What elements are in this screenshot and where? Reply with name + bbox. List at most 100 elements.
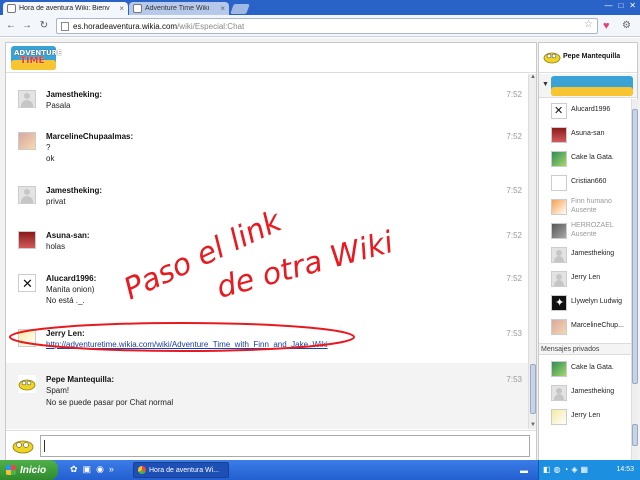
chat-page: ADVENTURE TIME Jamestheking: Pasala 7:52… — [0, 38, 640, 461]
private-user-item[interactable]: Jamestheking — [551, 383, 631, 403]
message-username[interactable]: Pepe Mantequilla: — [46, 375, 114, 384]
avatar[interactable] — [18, 375, 36, 393]
wrench-icon[interactable]: ⚙ — [622, 20, 631, 31]
user-name: Jamestheking — [571, 388, 615, 395]
chat-main-panel: ADVENTURE TIME Jamestheking: Pasala 7:52… — [5, 42, 537, 461]
desktop-icon[interactable]: ▣ — [83, 464, 92, 475]
scrollbar-thumb[interactable] — [530, 364, 536, 414]
minimize-icon[interactable]: — — [604, 1, 612, 10]
chat-message-input[interactable] — [40, 435, 530, 457]
back-arrow-icon[interactable]: ← — [4, 19, 18, 33]
message-username[interactable]: Jerry Len: — [46, 329, 85, 338]
user-name: Jerry Len — [571, 412, 601, 419]
keyboard-icon[interactable]: ▬ — [520, 466, 528, 475]
update-icon[interactable]: ◈ — [571, 465, 577, 474]
scrollbar-thumb[interactable] — [632, 109, 638, 384]
message-input-bar — [6, 430, 536, 460]
url-host: es.horadeaventura.wikia.com — [73, 21, 178, 31]
user-list-item[interactable]: Cristian660 — [551, 173, 631, 193]
security-icon[interactable]: ◍ — [554, 465, 561, 474]
message-username[interactable]: Asuna-san: — [46, 231, 90, 240]
message-link[interactable]: http://adventuretime.wikia.com/wiki/Adve… — [46, 340, 328, 349]
user-list-item[interactable]: Jamestheking — [551, 245, 631, 265]
private-user-item[interactable]: Jerry Len — [551, 407, 631, 427]
start-button[interactable]: Inicio — [0, 460, 58, 480]
message-username[interactable]: MarcelineChupaalmas: — [46, 132, 133, 141]
start-label: Inicio — [20, 464, 47, 476]
avatar[interactable] — [18, 90, 36, 108]
windows-taskbar: Inicio ✿ ▣ ◉ » Hora de aventura Wi... ▬ … — [0, 460, 640, 480]
new-tab-button[interactable] — [230, 4, 250, 14]
close-tab-icon[interactable]: × — [119, 4, 124, 13]
user-list-item[interactable]: HERROZAEL Ausente — [551, 221, 631, 241]
user-list-item[interactable]: Llywelyn Ludwig — [551, 293, 631, 313]
user-list-item[interactable]: MarcelineChup... — [551, 317, 631, 337]
message-username[interactable]: Jamestheking: — [46, 90, 102, 99]
wiki-room-header[interactable]: ▼ — [539, 74, 637, 98]
user-list-item[interactable]: Asuna-san — [551, 125, 631, 145]
avatar — [551, 385, 567, 401]
tray-icons: ◧ ◍ ◔ ◈ ▦ — [543, 465, 588, 474]
message-text: Manita onion) — [46, 285, 95, 294]
volume-icon[interactable]: ◔ — [564, 465, 569, 474]
scroll-down-icon[interactable]: ▼ — [529, 422, 537, 429]
current-user[interactable]: Pepe Mantequilla — [539, 43, 637, 73]
message-text: Spam! — [46, 386, 70, 395]
scrollbar-thumb[interactable] — [632, 424, 638, 446]
avatar — [543, 52, 561, 64]
maximize-icon[interactable]: □ — [618, 1, 623, 10]
reload-icon[interactable]: ↻ — [37, 19, 51, 33]
tab-adventure-time-wiki[interactable]: Adventure Time Wiki × — [129, 2, 229, 15]
avatar[interactable] — [18, 329, 36, 347]
user-list-item[interactable]: Cake la Gata. — [551, 149, 631, 169]
private-user-item[interactable]: Cake la Gata. — [551, 359, 631, 379]
user-name: Finn humano — [571, 198, 612, 205]
heart-icon[interactable]: ♥ — [603, 20, 610, 32]
task-label: Hora de aventura Wi... — [149, 466, 220, 474]
chrome-icon — [138, 466, 146, 474]
network-icon[interactable]: ◧ — [543, 465, 551, 474]
user-name: Llywelyn Ludwig — [571, 298, 622, 305]
chat-message: Jamestheking: privat 7:52 — [6, 172, 528, 219]
message-text: No se puede pasar por Chat normal — [46, 398, 174, 407]
tab-title: Hora de aventura Wiki: Bienv — [19, 5, 110, 12]
msn-icon[interactable]: ✿ — [70, 464, 78, 475]
wikia-favicon-icon — [133, 4, 142, 13]
safely-remove-icon[interactable]: ▦ — [581, 465, 589, 474]
user-name: Alucard1996 — [571, 106, 611, 113]
message-time: 7:52 — [506, 90, 522, 99]
chrome-icon[interactable]: ◉ — [96, 464, 104, 475]
scroll-up-icon[interactable]: ▲ — [529, 74, 537, 81]
avatar[interactable] — [18, 231, 36, 249]
taskbar-chrome-window[interactable]: Hora de aventura Wi... — [133, 462, 229, 478]
user-name: MarcelineChup... — [571, 322, 624, 329]
collapse-arrow-icon[interactable]: ▼ — [542, 81, 549, 88]
avatar — [551, 223, 567, 239]
message-username[interactable]: Alucard1996: — [46, 274, 96, 283]
close-tab-icon[interactable]: × — [220, 4, 225, 13]
address-bar[interactable]: es.horadeaventura.wikia.com/wiki/Especia… — [56, 18, 598, 34]
avatar[interactable] — [18, 274, 36, 292]
avatar[interactable] — [18, 186, 36, 204]
message-scrollbar[interactable]: ▲ ▼ — [528, 74, 536, 429]
user-list-item[interactable]: Alucard1996 — [551, 101, 631, 121]
message-time: 7:52 — [506, 132, 522, 141]
sidebar-scrollbar[interactable] — [631, 99, 638, 461]
current-user-name: Pepe Mantequilla — [563, 53, 621, 60]
message-username[interactable]: Jamestheking: — [46, 186, 102, 195]
close-window-icon[interactable]: ✕ — [629, 1, 636, 10]
star-icon[interactable]: ☆ — [584, 19, 593, 30]
message-time: 7:52 — [506, 274, 522, 283]
private-messages-header[interactable]: Mensajes privados — [539, 343, 631, 355]
avatar — [551, 361, 567, 377]
user-list-item[interactable]: Finn humano Ausente ★ — [551, 197, 631, 217]
clock[interactable]: 14:53 — [616, 466, 634, 473]
expand-icon[interactable]: » — [109, 464, 114, 475]
tab-hora-de-aventura[interactable]: Hora de aventura Wiki: Bienv × — [3, 2, 128, 15]
user-list-item[interactable]: Jerry Len — [551, 269, 631, 289]
user-name: Jamestheking — [571, 250, 615, 257]
avatar[interactable] — [18, 132, 36, 150]
message-time: 7:53 — [506, 329, 522, 338]
forward-arrow-icon[interactable]: → — [20, 19, 34, 33]
logo-text-line2: TIME — [20, 56, 45, 66]
